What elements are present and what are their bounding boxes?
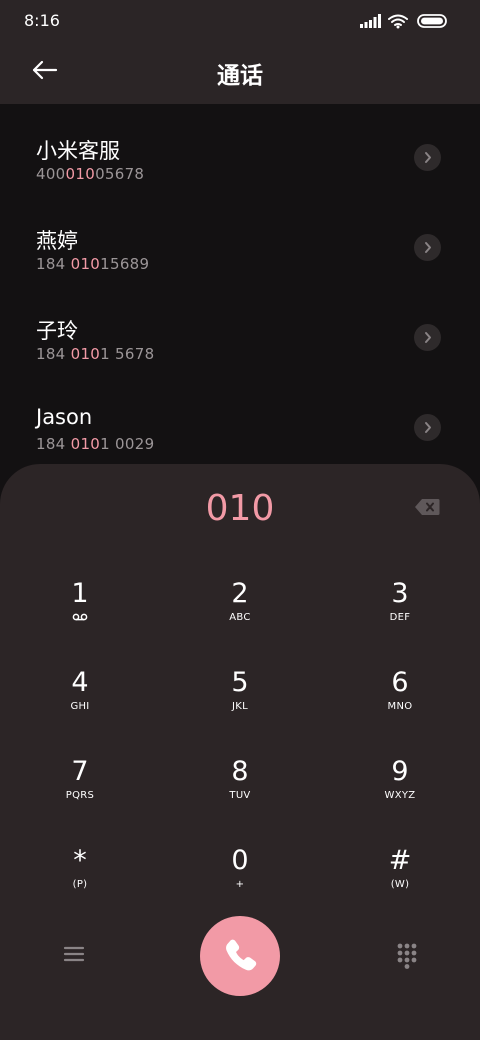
dial-key-5[interactable]: 5 JKL — [180, 667, 300, 737]
key-digit: 4 — [71, 667, 89, 698]
list-item[interactable]: 小米客服 40001005678 — [0, 104, 480, 194]
dial-key-4[interactable]: 4 GHI — [20, 667, 140, 737]
signal-icon — [360, 14, 381, 28]
dialpad-panel: 010 1 2 ABC 3 DEF 4 GHI 5 JKL 6 MNO 7 PQ… — [0, 464, 480, 1040]
key-letters: JKL — [232, 701, 248, 712]
contact-name: 燕婷 — [36, 229, 78, 253]
list-item[interactable]: 子玲 184 0101 5678 — [0, 284, 480, 374]
key-letters: (P) — [72, 879, 88, 890]
key-letters: DEF — [389, 612, 411, 623]
key-letters: GHI — [70, 701, 90, 712]
key-digit: 3 — [391, 578, 409, 609]
chevron-right-icon — [425, 422, 431, 433]
voicemail-icon — [72, 613, 88, 621]
contact-name: Jason — [36, 405, 93, 429]
key-letters: ABC — [229, 612, 251, 623]
dial-key-7[interactable]: 7 PQRS — [20, 756, 140, 826]
key-digit: 2 — [231, 578, 249, 609]
phone-icon — [226, 939, 257, 971]
contact-list: 小米客服 40001005678 燕婷 184 01015689 子玲 184 … — [0, 104, 480, 484]
key-letters: WXYZ — [384, 790, 416, 801]
details-button[interactable] — [414, 144, 441, 171]
contact-number: 184 0101 0029 — [36, 435, 155, 453]
details-button[interactable] — [414, 414, 441, 441]
key-digit: 8 — [231, 756, 249, 787]
dialed-number: 010 — [205, 488, 275, 529]
chevron-right-icon — [425, 152, 431, 163]
contact-number: 40001005678 — [36, 165, 145, 183]
backspace-icon[interactable] — [414, 498, 440, 516]
dial-key-1[interactable]: 1 — [20, 578, 140, 648]
key-letters: (W) — [390, 879, 410, 890]
dial-key-hash[interactable]: # (W) — [340, 845, 460, 915]
dial-key-3[interactable]: 3 DEF — [340, 578, 460, 648]
key-digit: 5 — [231, 667, 249, 698]
key-letters: TUV — [229, 790, 251, 801]
details-button[interactable] — [414, 234, 441, 261]
contact-number: 184 01015689 — [36, 255, 150, 273]
key-letters: + — [235, 879, 245, 890]
page-title: 通话 — [217, 63, 263, 89]
key-digit: * — [73, 845, 87, 876]
key-digit: # — [388, 845, 412, 876]
contact-name: 小米客服 — [36, 139, 120, 163]
dial-key-8[interactable]: 8 TUV — [180, 756, 300, 826]
battery-icon — [417, 14, 447, 28]
list-item[interactable]: 燕婷 184 01015689 — [0, 194, 480, 284]
app-bar: 通话 — [0, 40, 480, 104]
dialpad-grid-icon[interactable] — [397, 943, 417, 969]
list-item[interactable]: Jason 184 0101 0029 — [0, 374, 480, 464]
chevron-right-icon — [425, 242, 431, 253]
key-digit: 1 — [71, 578, 89, 609]
status-bar: 8:16 — [0, 0, 480, 40]
key-digit: 6 — [391, 667, 409, 698]
contact-name: 子玲 — [36, 319, 78, 343]
call-button[interactable] — [200, 916, 280, 996]
menu-icon[interactable] — [63, 945, 85, 963]
key-letters: PQRS — [65, 790, 95, 801]
key-digit: 9 — [391, 756, 409, 787]
key-letters: MNO — [387, 701, 413, 712]
dial-key-2[interactable]: 2 ABC — [180, 578, 300, 648]
contact-number: 184 0101 5678 — [36, 345, 155, 363]
dial-key-6[interactable]: 6 MNO — [340, 667, 460, 737]
dial-key-9[interactable]: 9 WXYZ — [340, 756, 460, 826]
status-icons — [360, 14, 447, 29]
details-button[interactable] — [414, 324, 441, 351]
dial-key-star[interactable]: * (P) — [20, 845, 140, 915]
wifi-icon — [388, 14, 408, 26]
status-time: 8:16 — [24, 11, 60, 30]
dial-key-0[interactable]: 0 + — [180, 845, 300, 915]
key-digit: 7 — [71, 756, 89, 787]
key-digit: 0 — [231, 845, 249, 876]
chevron-right-icon — [425, 332, 431, 343]
